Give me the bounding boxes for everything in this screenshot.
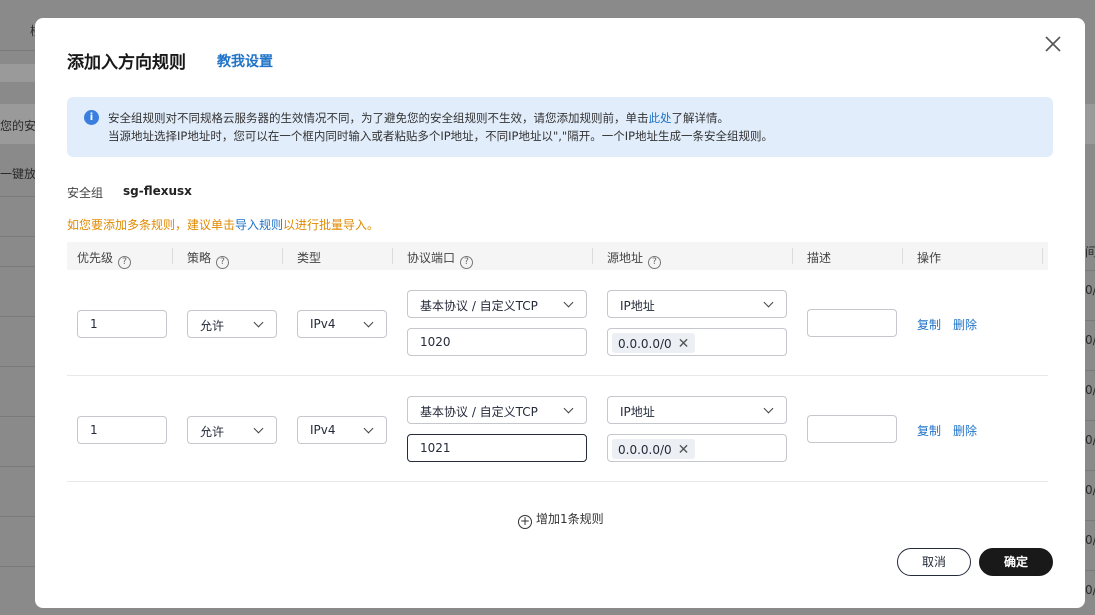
source-address-tag: 0.0.0.0/0 ✕ (612, 333, 696, 353)
import-rules-link[interactable]: 导入规则 (235, 218, 283, 232)
source-address-tag: 0.0.0.0/0 ✕ (612, 439, 696, 459)
background-strip (0, 64, 36, 82)
chevron-down-icon (253, 423, 264, 434)
chevron-down-icon (363, 423, 374, 434)
source-address-input[interactable]: 0.0.0.0/0 ✕ (607, 434, 787, 462)
type-select[interactable]: IPv4 (297, 310, 387, 338)
type-value: IPv4 (310, 423, 336, 437)
plus-circle-icon: + (518, 514, 532, 529)
background-text: 您的安 (0, 119, 37, 133)
policy-select[interactable]: 允许 (187, 310, 277, 338)
background-text: 0/0 (1085, 433, 1095, 447)
add-rule-button[interactable]: + 增加1条规则 (518, 510, 604, 529)
chevron-down-icon (563, 297, 574, 308)
source-type-value: IP地址 (620, 405, 655, 419)
description-input[interactable] (807, 309, 897, 337)
column-header-priority: 优先级? (77, 249, 132, 269)
info-alert: i 安全组规则对不同规格云服务器的生效情况不同，为了避免您的安全组规则不生效，请… (67, 97, 1053, 157)
dialog-title: 添加入方向规则 (67, 53, 186, 73)
info-icon: i (84, 110, 99, 125)
hint-text: 如您要添加多条规则，建议单击 (67, 218, 236, 232)
row-divider (67, 375, 1048, 376)
column-header-policy: 策略? (187, 249, 230, 269)
tag-text: 0.0.0.0/0 (618, 337, 672, 351)
background-text: 0/0 (1085, 333, 1095, 347)
alert-text: 安全组规则对不同规格云服务器的生效情况不同，为了避免您的安全组规则不生效，请您添… (108, 111, 649, 125)
port-input[interactable]: 1020 (407, 328, 587, 356)
add-inbound-rule-dialog: 添加入方向规则 教我设置 i 安全组规则对不同规格云服务器的生效情况不同，为了避… (35, 18, 1085, 608)
cancel-button[interactable]: 取消 (897, 548, 971, 576)
row-divider (67, 481, 1048, 482)
x-icon[interactable]: ✕ (678, 336, 690, 352)
bulk-import-hint: 如您要添加多条规则，建议单击导入规则以进行批量导入。 (67, 216, 379, 233)
priority-input[interactable]: 1 (77, 310, 167, 338)
x-icon[interactable]: ✕ (678, 442, 690, 458)
protocol-select[interactable]: 基本协议 / 自定义TCP (407, 396, 587, 424)
delete-rule-link[interactable]: 删除 (953, 316, 977, 333)
column-header-source: 源地址? (607, 249, 662, 269)
alert-text: 了解详情。 (671, 111, 730, 125)
port-input[interactable]: 1021 (407, 434, 587, 462)
copy-rule-link[interactable]: 复制 (917, 316, 941, 333)
alert-line-1: 安全组规则对不同规格云服务器的生效情况不同，为了避免您的安全组规则不生效，请您添… (108, 110, 729, 126)
copy-rule-link[interactable]: 复制 (917, 422, 941, 439)
help-setup-link[interactable]: 教我设置 (217, 51, 273, 71)
source-type-select[interactable]: IP地址 (607, 396, 787, 424)
background-text: 间 (1085, 245, 1095, 259)
policy-value: 允许 (200, 425, 225, 439)
chevron-down-icon (563, 403, 574, 414)
details-link[interactable]: 此处 (649, 111, 672, 125)
column-header-description: 描述 (807, 251, 832, 265)
chevron-down-icon (763, 297, 774, 308)
security-group-value: sg-flexusx (123, 184, 192, 198)
column-header-type: 类型 (297, 251, 322, 265)
policy-select[interactable]: 允许 (187, 416, 277, 444)
chevron-down-icon (253, 317, 264, 328)
hint-text: 以进行批量导入。 (283, 218, 380, 232)
background-text: 0/0 (1085, 583, 1095, 597)
column-header-protocol-port: 协议端口? (407, 249, 474, 269)
source-address-input[interactable]: 0.0.0.0/0 ✕ (607, 328, 787, 356)
protocol-value: 基本协议 / 自定义TCP (420, 405, 538, 419)
delete-rule-link[interactable]: 删除 (953, 422, 977, 439)
source-type-value: IP地址 (620, 299, 655, 313)
background-text: 0/0 (1085, 533, 1095, 547)
source-type-select[interactable]: IP地址 (607, 290, 787, 318)
question-circle-icon[interactable]: ? (216, 256, 230, 269)
rules-table-header: 优先级? 策略? 类型 协议端口? 源地址? 描述 操作 (67, 242, 1048, 270)
alert-line-2: 当源地址选择IP地址时，您可以在一个框内同时输入或者粘贴多个IP地址，不同IP地… (108, 129, 774, 143)
protocol-value: 基本协议 / 自定义TCP (420, 299, 538, 313)
close-icon[interactable] (1043, 34, 1063, 54)
add-rule-label: 增加1条规则 (536, 512, 604, 526)
background-text: 0/0 (1085, 383, 1095, 397)
question-circle-icon[interactable]: ? (460, 256, 474, 269)
priority-input[interactable]: 1 (77, 416, 167, 444)
column-header-actions: 操作 (917, 251, 942, 265)
protocol-select[interactable]: 基本协议 / 自定义TCP (407, 290, 587, 318)
confirm-button[interactable]: 确定 (979, 548, 1053, 576)
security-group-label: 安全组 (67, 186, 104, 200)
question-circle-icon[interactable]: ? (118, 256, 132, 269)
chevron-down-icon (763, 403, 774, 414)
chevron-down-icon (363, 317, 374, 328)
type-value: IPv4 (310, 317, 336, 331)
tag-text: 0.0.0.0/0 (618, 443, 672, 457)
background-text: 0/0 (1085, 283, 1095, 297)
background-strip (1085, 104, 1095, 144)
policy-value: 允许 (200, 319, 225, 333)
background-text: 0/0 (1085, 483, 1095, 497)
question-circle-icon[interactable]: ? (648, 256, 662, 269)
type-select[interactable]: IPv4 (297, 416, 387, 444)
description-input[interactable] (807, 415, 897, 443)
